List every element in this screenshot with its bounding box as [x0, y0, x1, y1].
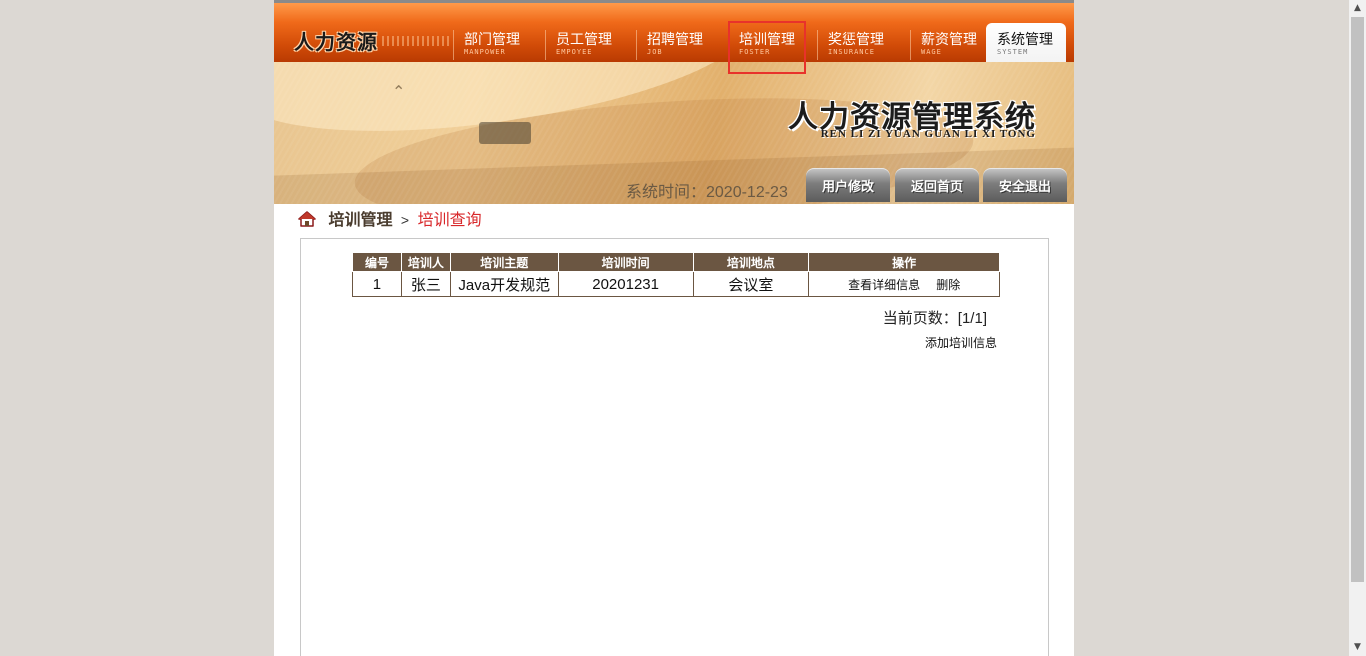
nav-item-department[interactable]: 部门管理 MANPOWER — [453, 30, 545, 60]
nav-item-sublabel: FOSTER — [739, 48, 771, 56]
cell-id: 1 — [352, 271, 402, 297]
nav-item-label: 系统管理 — [997, 31, 1053, 47]
content-panel: 编号 培训人 培训主题 培训时间 培训地点 操作 1 张三 Java开发规范 2… — [300, 238, 1049, 656]
breadcrumb: 培训管理 > 培训查询 — [298, 206, 482, 230]
user-edit-button[interactable]: 用户修改 — [806, 168, 890, 202]
nav-item-sublabel: SYSTEM — [997, 48, 1029, 56]
system-pinyin: REN LI ZI YUAN GUAN LI XI TONG — [820, 128, 1036, 140]
scrollbar-thumb[interactable] — [1351, 17, 1364, 582]
breadcrumb-parent[interactable]: 培训管理 — [328, 212, 392, 229]
table-header-row: 编号 培训人 培训主题 培训时间 培训地点 操作 — [352, 252, 1000, 272]
nav-item-label: 招聘管理 — [647, 31, 703, 47]
view-details-link[interactable]: 查看详细信息 — [848, 278, 920, 292]
page-wrapper: 人力资源 部门管理 MANPOWER 员工管理 EMPOYEE 招聘管理 JOB… — [274, 0, 1074, 656]
header-banner: ⌃ 人力资源管理系统 REN LI ZI YUAN GUAN LI XI TON… — [274, 62, 1074, 204]
nav-item-rewards[interactable]: 奖惩管理 INSURANCE — [817, 30, 910, 60]
cell-location: 会议室 — [692, 271, 810, 297]
col-header-topic: 培训主题 — [449, 252, 559, 272]
col-header-ops: 操作 — [808, 252, 1000, 272]
breadcrumb-current[interactable]: 培训查询 — [418, 212, 482, 229]
breadcrumb-separator: > — [400, 212, 410, 228]
nav-item-salary[interactable]: 薪资管理 WAGE — [910, 30, 986, 60]
nav-item-recruitment[interactable]: 招聘管理 JOB — [636, 30, 728, 60]
bird-icon: ⌃ — [392, 82, 406, 101]
home-icon[interactable] — [298, 210, 316, 228]
nav-item-label: 奖惩管理 — [828, 31, 884, 47]
training-table: 编号 培训人 培训主题 培训时间 培训地点 操作 1 张三 Java开发规范 2… — [352, 252, 1000, 297]
table-row: 1 张三 Java开发规范 20201231 会议室 查看详细信息 删除 — [352, 271, 1000, 297]
back-home-button[interactable]: 返回首页 — [895, 168, 979, 202]
nav-item-label: 员工管理 — [556, 31, 612, 47]
cell-trainer: 张三 — [400, 271, 451, 297]
page-scrollbar[interactable]: ▲ ▼ — [1349, 0, 1366, 656]
delete-link[interactable]: 删除 — [936, 278, 960, 292]
nav-item-sublabel: INSURANCE — [828, 48, 875, 56]
top-nav-bar: 人力资源 部门管理 MANPOWER 员工管理 EMPOYEE 招聘管理 JOB… — [274, 0, 1074, 62]
logo-decoration — [382, 36, 452, 46]
scroll-up-icon[interactable]: ▲ — [1349, 0, 1366, 17]
col-header-location: 培训地点 — [692, 252, 810, 272]
scroll-down-icon[interactable]: ▼ — [1349, 639, 1366, 656]
nav-item-sublabel: EMPOYEE — [556, 48, 593, 56]
nav-item-label: 薪资管理 — [921, 31, 977, 47]
nav-item-training[interactable]: 培训管理 FOSTER — [728, 30, 816, 60]
logout-button[interactable]: 安全退出 — [983, 168, 1067, 202]
cell-ops: 查看详细信息 删除 — [808, 271, 1000, 297]
col-header-time: 培训时间 — [557, 252, 694, 272]
nav-item-label: 培训管理 — [739, 31, 795, 47]
col-header-trainer: 培训人 — [400, 252, 451, 272]
nav-item-system[interactable]: 系统管理 SYSTEM — [986, 23, 1066, 62]
nav-item-sublabel: JOB — [647, 48, 663, 56]
nav-item-sublabel: MANPOWER — [464, 48, 506, 56]
nav-item-employee[interactable]: 员工管理 EMPOYEE — [545, 30, 637, 60]
cell-topic: Java开发规范 — [449, 271, 559, 297]
nav-item-sublabel: WAGE — [921, 48, 942, 56]
pagination-info: 当前页数：[1/1] — [882, 310, 987, 327]
col-header-id: 编号 — [352, 252, 402, 272]
app-logo: 人力资源 — [294, 30, 378, 54]
add-training-link[interactable]: 添加培训信息 — [925, 334, 997, 351]
nav-item-label: 部门管理 — [464, 31, 520, 47]
banner-decoration — [479, 122, 531, 144]
cell-time: 20201231 — [557, 271, 694, 297]
system-time: 系统时间：2020-12-23 — [626, 184, 788, 201]
